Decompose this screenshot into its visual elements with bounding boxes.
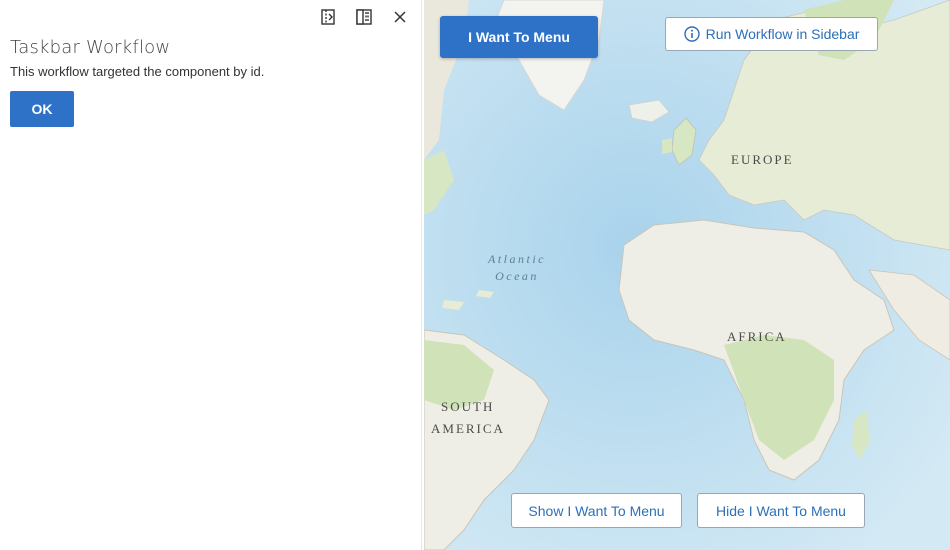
africa-label: AFRICA [727, 329, 787, 344]
show-i-want-to-menu-button[interactable]: Show I Want To Menu [511, 493, 682, 528]
hide-i-want-to-menu-button[interactable]: Hide I Want To Menu [697, 493, 865, 528]
info-icon [683, 26, 700, 42]
run-workflow-sidebar-button[interactable]: Run Workflow in Sidebar [665, 17, 878, 51]
workflow-message: This workflow targeted the component by … [10, 64, 265, 79]
map-view[interactable]: Atlantic Ocean EUROPE AFRICA SOUTH AMERI… [424, 0, 950, 550]
run-workflow-label: Run Workflow in Sidebar [705, 26, 860, 42]
panel-toolbar [317, 6, 411, 28]
side-panel: Taskbar Workflow This workflow targeted … [0, 0, 422, 550]
south-label: SOUTH [441, 399, 495, 414]
i-want-to-menu-button[interactable]: I Want To Menu [440, 16, 598, 58]
dock-left-icon[interactable] [317, 6, 339, 28]
ok-button[interactable]: OK [10, 91, 74, 127]
workflow-title: Taskbar Workflow [10, 37, 171, 58]
ocean-label-line2: Ocean [495, 269, 539, 283]
ocean-label: Atlantic Ocean [488, 251, 546, 285]
dock-right-icon[interactable] [353, 6, 375, 28]
america-label: AMERICA [431, 421, 505, 436]
close-icon[interactable] [389, 6, 411, 28]
europe-label: EUROPE [731, 152, 794, 167]
ocean-label-line1: Atlantic [488, 252, 546, 266]
